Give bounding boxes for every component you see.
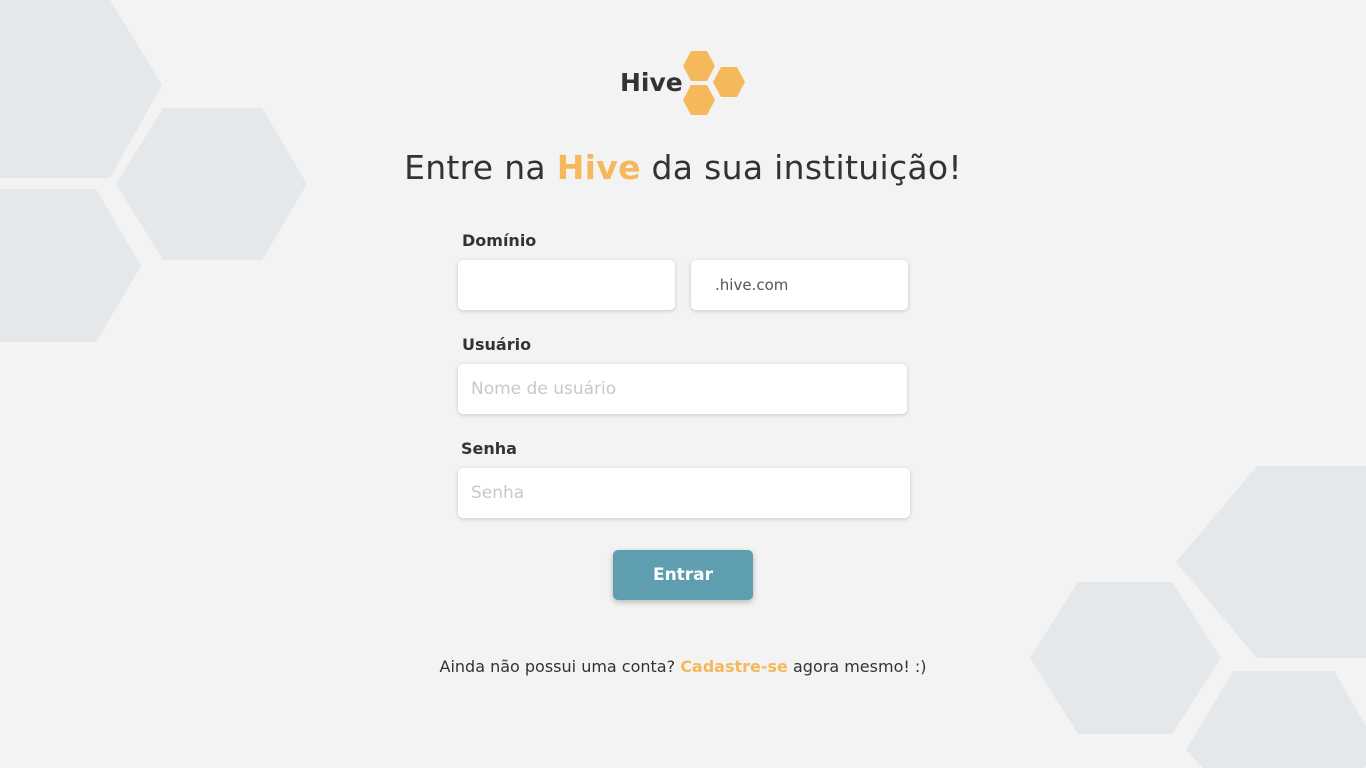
user-label: Usuário bbox=[462, 335, 532, 354]
domain-label: Domínio bbox=[462, 231, 537, 250]
signup-suffix: agora mesmo! :) bbox=[787, 657, 927, 676]
brand-name: Hive bbox=[620, 68, 683, 97]
page-title: Entre na Hive da sua instituição! bbox=[0, 148, 1366, 187]
login-button[interactable]: Entrar bbox=[613, 550, 753, 600]
brand-logo[interactable]: Hive bbox=[620, 50, 750, 116]
honeycomb-icon bbox=[683, 51, 745, 115]
username-input[interactable] bbox=[458, 364, 907, 414]
signup-prefix: Ainda não possui uma conta? bbox=[439, 657, 681, 676]
login-page: Hive Entre na Hive da sua instituição! D… bbox=[0, 0, 1366, 768]
decor-hexagon bbox=[1176, 466, 1366, 658]
password-input[interactable] bbox=[458, 468, 910, 518]
headline-suffix: da sua instituição! bbox=[640, 148, 962, 187]
headline-brand: Hive bbox=[556, 148, 641, 187]
signup-prompt: Ainda não possui uma conta? Cadastre-se … bbox=[0, 657, 1366, 676]
decor-hexagon bbox=[0, 189, 141, 342]
domain-input[interactable] bbox=[458, 260, 675, 310]
password-label: Senha bbox=[461, 439, 517, 458]
headline-prefix: Entre na bbox=[404, 148, 557, 187]
domain-suffix: .hive.com bbox=[691, 260, 908, 310]
decor-hexagon bbox=[1186, 671, 1366, 768]
signup-link[interactable]: Cadastre-se bbox=[680, 657, 788, 676]
